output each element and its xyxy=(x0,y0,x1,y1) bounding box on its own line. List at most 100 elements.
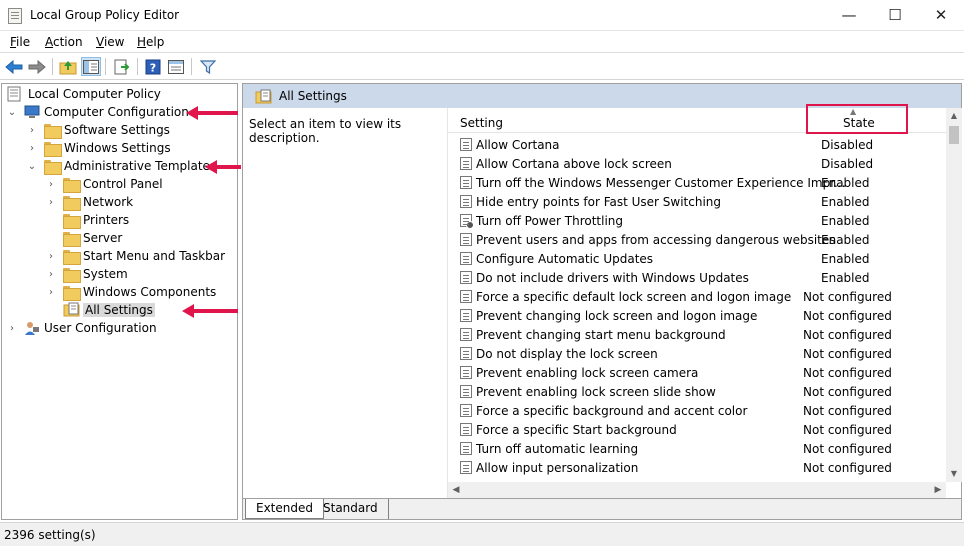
table-row[interactable]: Do not display the lock screen Not config… xyxy=(448,344,946,363)
tree-item-administrative-templates[interactable]: ⌄ Administrative Templates xyxy=(26,157,216,175)
setting-name: Force a specific background and accent c… xyxy=(476,404,748,418)
scroll-up-icon[interactable]: ▲ xyxy=(946,108,962,124)
toolbar-separator xyxy=(105,58,106,75)
tree-item-network[interactable]: › Network xyxy=(45,193,133,211)
maximize-button[interactable]: ☐ xyxy=(872,0,918,31)
menu-file[interactable]: File xyxy=(10,35,30,49)
column-setting[interactable]: Setting xyxy=(460,116,503,130)
settings-list: Setting ▲ State Allow Cortana Disabled All… xyxy=(447,104,962,498)
tree-item-local-computer-policy[interactable]: Local Computer Policy xyxy=(6,85,161,103)
export-list-icon[interactable] xyxy=(112,57,132,76)
table-row[interactable]: Force a specific background and accent c… xyxy=(448,401,946,420)
annotation-arrow-icon xyxy=(182,304,238,318)
tree-label: Windows Components xyxy=(83,285,217,299)
table-row[interactable]: Prevent changing lock screen and logon i… xyxy=(448,306,946,325)
tree-item-software-settings[interactable]: › Software Settings xyxy=(26,121,170,139)
table-row[interactable]: Allow Cortana above lock screen Disabled xyxy=(448,154,946,173)
table-row[interactable]: Prevent changing start menu background No… xyxy=(448,325,946,344)
table-row[interactable]: Allow input personalization Not configure… xyxy=(448,458,946,477)
chevron-down-icon[interactable]: ⌄ xyxy=(26,160,38,172)
chevron-down-icon[interactable]: ⌄ xyxy=(6,106,18,118)
chevron-right-icon[interactable]: › xyxy=(45,196,57,208)
chevron-right-icon[interactable]: › xyxy=(26,142,38,154)
back-icon[interactable] xyxy=(4,57,24,76)
setting-name: Prevent enabling lock screen camera xyxy=(476,366,699,380)
setting-state: Not configured xyxy=(803,328,892,342)
up-folder-icon[interactable] xyxy=(58,57,78,76)
tree-item-control-panel[interactable]: › Control Panel xyxy=(45,175,163,193)
tree-item-server[interactable]: Server xyxy=(45,229,122,247)
annotation-arrow-icon xyxy=(205,160,241,174)
tree-label: Start Menu and Taskbar xyxy=(83,249,226,263)
setting-name: Allow Cortana xyxy=(476,138,560,152)
toolbar-separator xyxy=(191,58,192,75)
minimize-button[interactable]: — xyxy=(826,0,872,31)
table-row[interactable]: Force a specific default lock screen and… xyxy=(448,287,946,306)
setting-state: Not configured xyxy=(803,366,892,380)
tree-item-user-configuration[interactable]: › User Configuration xyxy=(6,319,157,337)
setting-name: Hide entry points for Fast User Switchin… xyxy=(476,195,722,209)
tab-standard[interactable]: Standard xyxy=(313,499,389,519)
table-row[interactable]: Force a specific Start background Not con… xyxy=(448,420,946,439)
filter-icon[interactable] xyxy=(198,57,218,76)
tree-item-printers[interactable]: Printers xyxy=(45,211,129,229)
tree-item-windows-settings[interactable]: › Windows Settings xyxy=(26,139,171,157)
setting-state: Not configured xyxy=(803,290,892,304)
user-icon xyxy=(25,322,39,335)
svg-text:?: ? xyxy=(150,61,156,74)
table-row[interactable]: Prevent users and apps from accessing da… xyxy=(448,230,946,249)
policy-setting-icon xyxy=(460,252,472,265)
table-row[interactable]: Allow Cortana Disabled xyxy=(448,135,946,154)
horizontal-scrollbar[interactable]: ◀ ▶ xyxy=(448,482,946,498)
menu-action[interactable]: Action xyxy=(45,35,83,49)
policy-setting-icon xyxy=(460,423,472,436)
vertical-scrollbar[interactable]: ▲ ▼ xyxy=(946,108,962,482)
setting-name: Prevent changing start menu background xyxy=(476,328,726,342)
folder-icon xyxy=(63,195,81,211)
tree-item-computer-configuration[interactable]: ⌄ Computer Configuration xyxy=(6,103,189,121)
scroll-right-icon[interactable]: ▶ xyxy=(930,482,946,498)
setting-name: Force a specific default lock screen and… xyxy=(476,290,792,304)
policy-setting-icon xyxy=(460,404,472,417)
policy-setting-icon xyxy=(460,442,472,455)
show-hide-tree-icon[interactable] xyxy=(81,57,101,76)
chevron-right-icon[interactable]: › xyxy=(45,178,57,190)
table-row[interactable]: Turn off automatic learning Not configure… xyxy=(448,439,946,458)
tree-item-start-menu-taskbar[interactable]: › Start Menu and Taskbar xyxy=(45,247,225,265)
table-row[interactable]: Hide entry points for Fast User Switchin… xyxy=(448,192,946,211)
scroll-thumb[interactable] xyxy=(949,126,959,144)
folder-icon xyxy=(63,249,81,265)
table-row[interactable]: Prevent enabling lock screen slide show N… xyxy=(448,382,946,401)
chevron-right-icon[interactable]: › xyxy=(6,322,18,334)
folder-icon xyxy=(44,141,62,157)
chevron-right-icon[interactable]: › xyxy=(45,250,57,262)
help-icon[interactable]: ? xyxy=(143,57,163,76)
table-row[interactable]: Configure Automatic Updates Enabled xyxy=(448,249,946,268)
properties-view-icon[interactable] xyxy=(166,57,186,76)
setting-state: Not configured xyxy=(803,347,892,361)
tree-item-system[interactable]: › System xyxy=(45,265,128,283)
scroll-left-icon[interactable]: ◀ xyxy=(448,482,464,498)
setting-state: Enabled xyxy=(821,195,870,209)
chevron-right-icon[interactable]: › xyxy=(26,124,38,136)
policy-setting-icon xyxy=(460,271,472,284)
forward-icon[interactable] xyxy=(27,57,47,76)
tree-item-windows-components[interactable]: › Windows Components xyxy=(45,283,216,301)
table-row[interactable]: Turn off Power Throttling Enabled xyxy=(448,211,946,230)
table-row[interactable]: Turn off the Windows Messenger Customer … xyxy=(448,173,946,192)
all-settings-icon xyxy=(63,302,80,317)
folder-icon xyxy=(63,267,81,283)
chevron-right-icon[interactable]: › xyxy=(45,268,57,280)
chevron-right-icon[interactable]: › xyxy=(45,286,57,298)
scroll-down-icon[interactable]: ▼ xyxy=(946,466,962,482)
close-button[interactable]: ✕ xyxy=(918,0,964,31)
table-row[interactable]: Do not include drivers with Windows Upda… xyxy=(448,268,946,287)
setting-state: Enabled xyxy=(821,176,870,190)
table-row[interactable]: Prevent enabling lock screen camera Not c… xyxy=(448,363,946,382)
tree-item-all-settings[interactable]: All Settings xyxy=(45,301,155,319)
setting-state: Not configured xyxy=(803,423,892,437)
menu-view[interactable]: View xyxy=(96,35,124,49)
menu-help[interactable]: Help xyxy=(137,35,164,49)
policy-setting-icon xyxy=(460,385,472,398)
